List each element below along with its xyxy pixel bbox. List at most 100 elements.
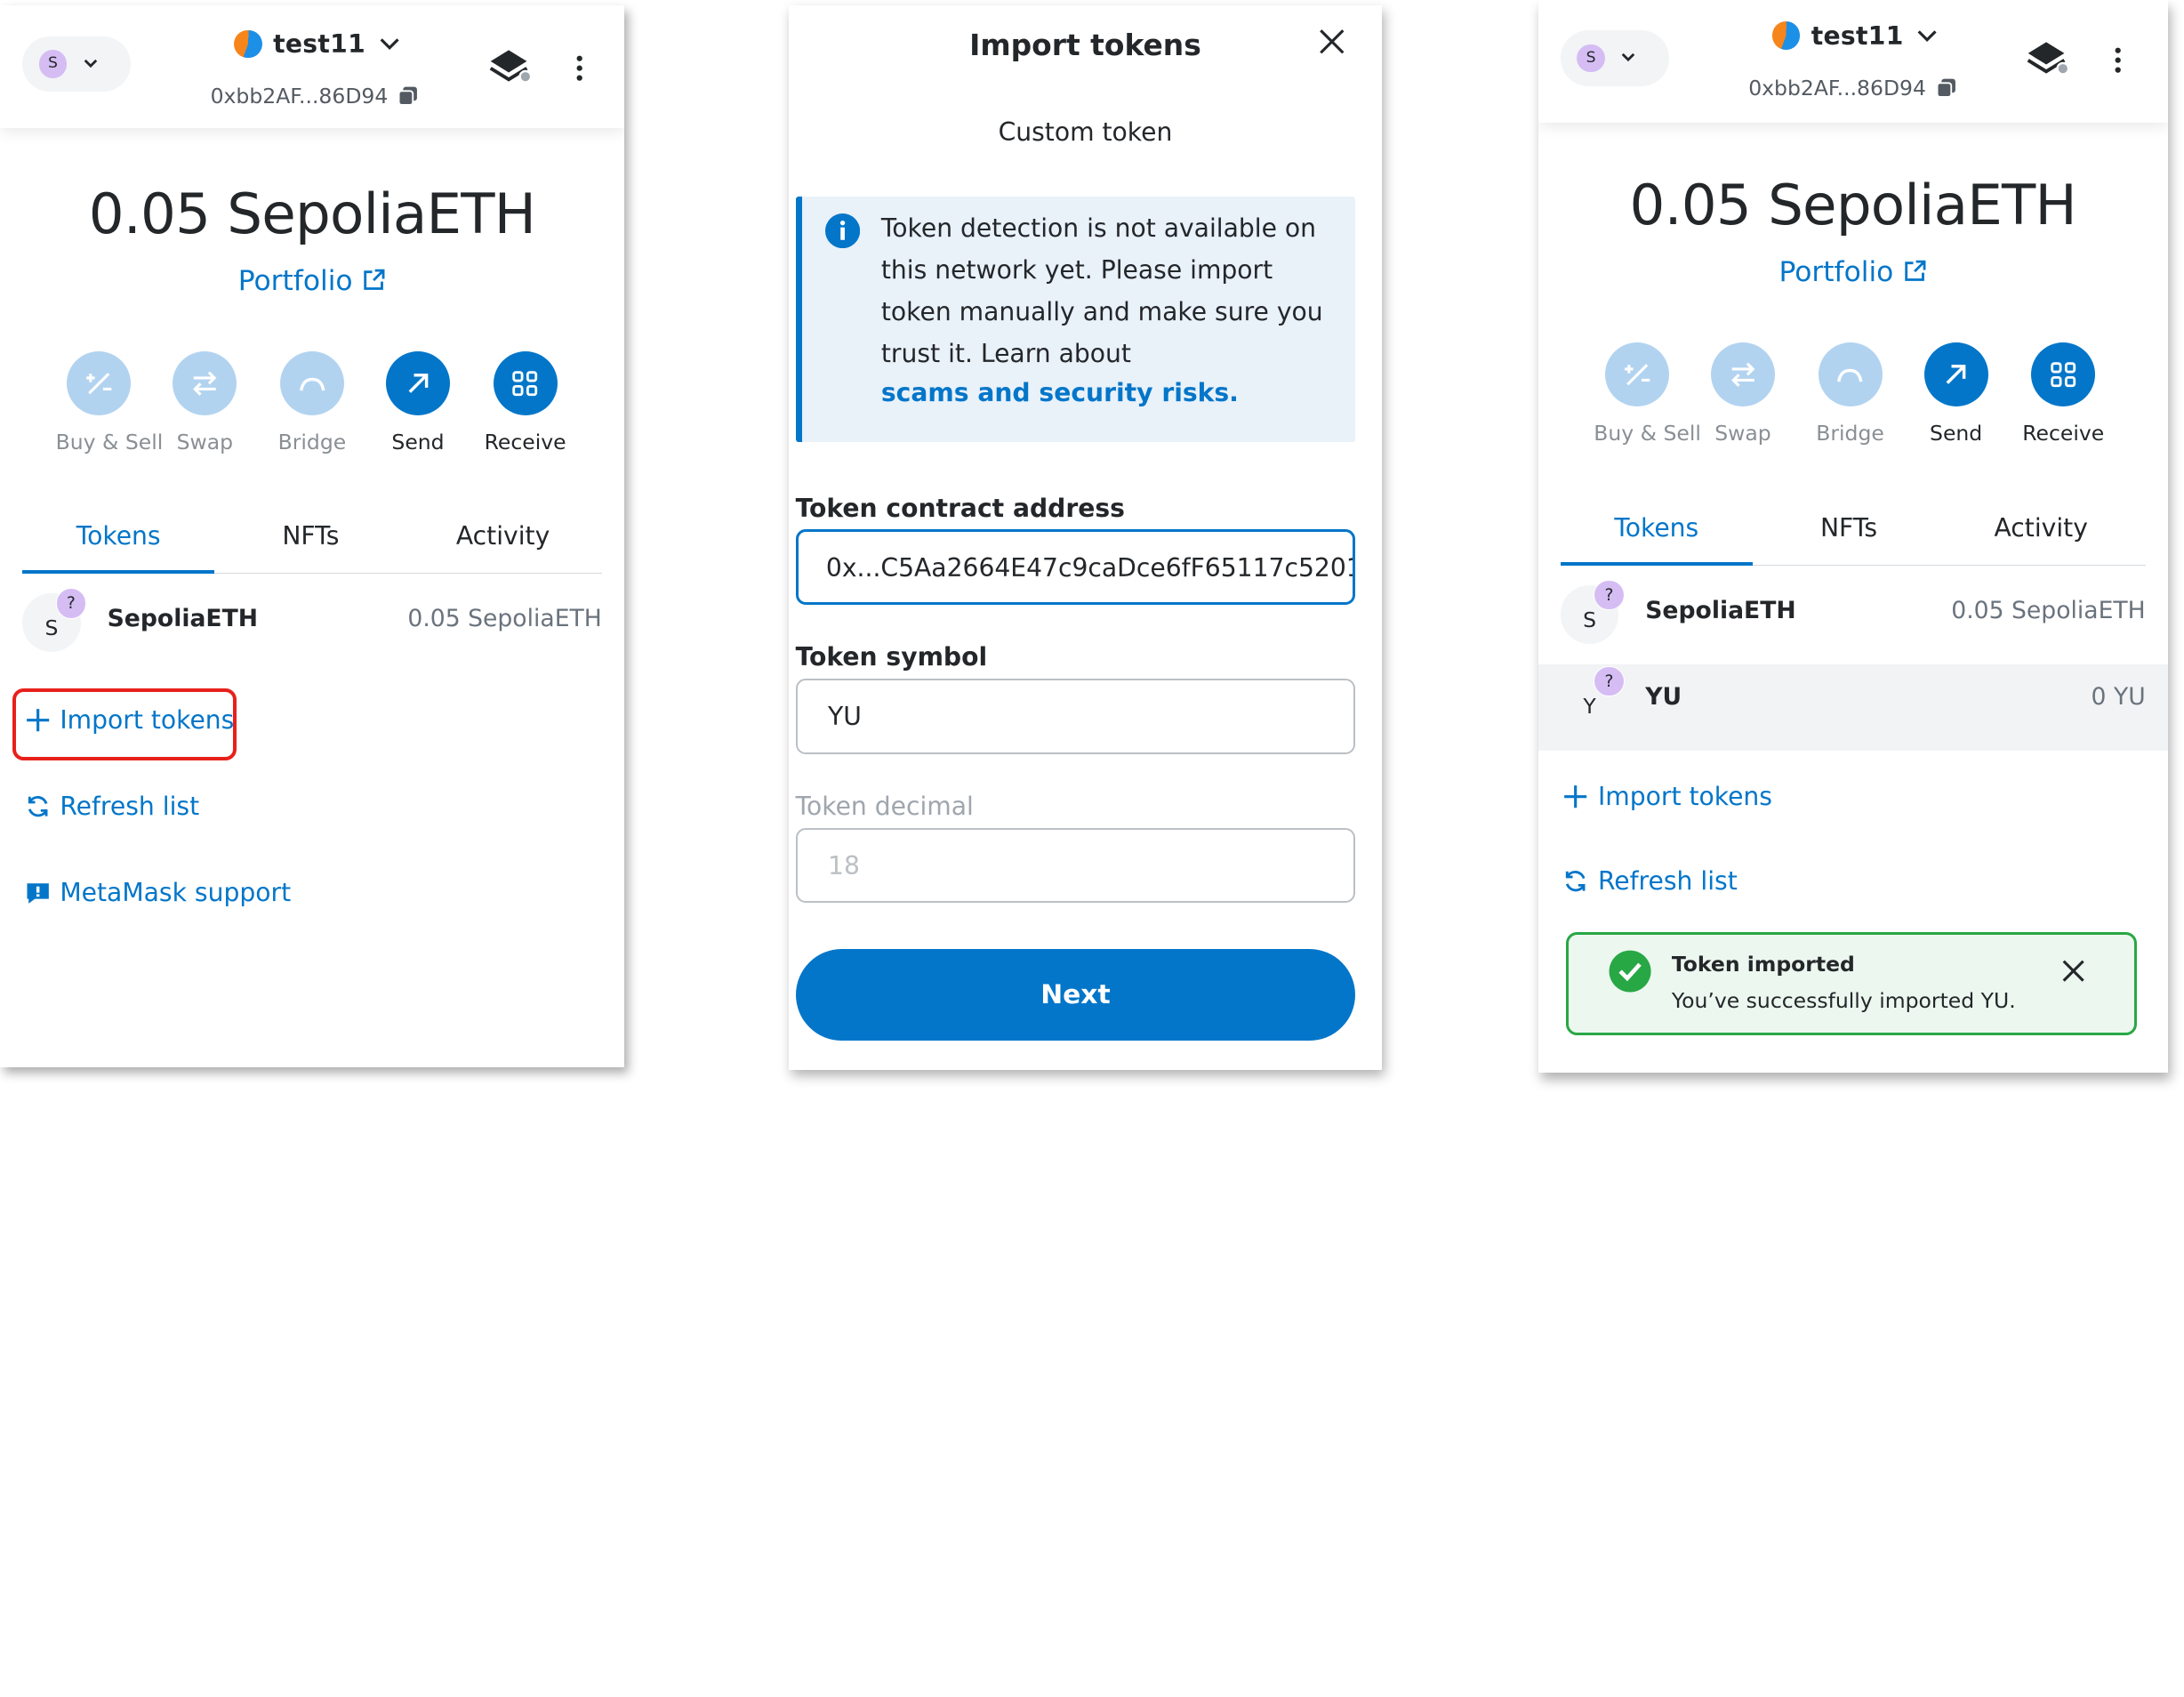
modal-title: Import tokens bbox=[969, 28, 1201, 63]
tab-nfts[interactable]: NFTs bbox=[1753, 502, 1945, 566]
account-picker[interactable]: S bbox=[1560, 30, 1669, 87]
asset-tabs: Tokens NFTs Activity bbox=[22, 510, 602, 575]
network-globe-icon bbox=[1771, 21, 1801, 50]
balance-display: 0.05 SepoliaETH bbox=[0, 181, 624, 246]
portfolio-link[interactable]: Portfolio bbox=[0, 265, 624, 297]
send-button[interactable]: Send bbox=[374, 350, 461, 454]
refresh-icon bbox=[1566, 871, 1586, 892]
tab-activity[interactable]: Activity bbox=[406, 510, 598, 574]
bridge-button[interactable]: Bridge bbox=[1807, 342, 1893, 446]
unknown-token-badge: ? bbox=[1594, 579, 1625, 611]
contract-address-input[interactable]: 0x...C5Aa2664E47c9caDce6fF65117c5201a1C bbox=[795, 529, 1356, 605]
next-button[interactable]: Next bbox=[795, 948, 1356, 1042]
toast-title: Token imported bbox=[1671, 951, 1855, 977]
unknown-token-badge: ? bbox=[1594, 665, 1625, 697]
token-name: YU bbox=[1645, 682, 1682, 711]
bridge-label: Bridge bbox=[277, 429, 347, 454]
buy-sell-icon bbox=[1624, 364, 1650, 386]
token-symbol-input[interactable]: YU bbox=[795, 678, 1356, 754]
account-address[interactable]: 0xbb2AF...86D94 bbox=[1748, 76, 1956, 101]
account-name: test11 bbox=[1811, 20, 1904, 51]
highlight-annotation-box bbox=[12, 688, 237, 761]
portfolio-link[interactable]: Portfolio bbox=[1538, 256, 2168, 288]
more-options-icon[interactable] bbox=[2114, 46, 2122, 74]
contract-address-label: Token contract address bbox=[795, 493, 1125, 523]
swap-icon bbox=[1730, 362, 1755, 388]
refresh-list-label: Refresh list bbox=[60, 791, 200, 821]
account-picker[interactable]: S bbox=[22, 36, 132, 92]
buy-sell-label: Buy & Sell bbox=[1594, 421, 1701, 446]
account-menu[interactable]: test11 bbox=[234, 29, 402, 59]
toast-message: You’ve successfully imported YU. bbox=[1671, 987, 2016, 1013]
balance-amount: 0.05 bbox=[1629, 173, 1752, 238]
asset-tabs: Tokens NFTs Activity bbox=[1560, 502, 2146, 567]
send-button[interactable]: Send bbox=[1913, 342, 1999, 446]
account-name: test11 bbox=[273, 28, 366, 59]
copy-icon[interactable] bbox=[1936, 77, 1957, 99]
tab-activity[interactable]: Activity bbox=[1945, 502, 2137, 566]
balance-unit: SepoliaETH bbox=[227, 181, 536, 246]
swap-label: Swap bbox=[176, 429, 234, 454]
close-icon[interactable] bbox=[2060, 957, 2087, 985]
receive-button[interactable]: Receive bbox=[2020, 342, 2107, 446]
receive-label: Receive bbox=[484, 429, 566, 454]
swap-icon bbox=[193, 371, 217, 396]
receive-button[interactable]: Receive bbox=[482, 350, 568, 454]
chevron-down-icon bbox=[1622, 53, 1635, 62]
import-tokens-modal: Import tokens Custom token Token detecti… bbox=[788, 5, 1383, 1071]
token-row[interactable]: Y ? YU 0 YU bbox=[1538, 657, 2168, 741]
receive-qr-icon bbox=[2051, 362, 2076, 388]
address-text: 0xbb2AF...86D94 bbox=[1748, 75, 1926, 101]
portfolio-label: Portfolio bbox=[1779, 256, 1894, 289]
buy-sell-label: Buy & Sell bbox=[55, 429, 164, 454]
notice-text: Token detection is not available on this… bbox=[880, 213, 1323, 369]
bridge-icon bbox=[299, 377, 325, 391]
token-decimal-input: 18 bbox=[795, 827, 1356, 904]
buy-sell-icon bbox=[86, 372, 112, 394]
tab-nfts[interactable]: NFTs bbox=[214, 510, 406, 574]
token-imported-toast: Token imported You’ve successfully impor… bbox=[1565, 932, 2138, 1036]
portfolio-label: Portfolio bbox=[237, 264, 353, 297]
plus-icon bbox=[1564, 784, 1587, 808]
connected-site-icon[interactable] bbox=[486, 42, 531, 86]
close-icon[interactable] bbox=[1315, 25, 1349, 59]
success-check-icon bbox=[1609, 950, 1651, 993]
account-avatar: S bbox=[1577, 44, 1605, 73]
account-address[interactable]: 0xbb2AF...86D94 bbox=[211, 84, 419, 109]
import-tokens-label: Import tokens bbox=[1597, 781, 1772, 811]
token-row[interactable]: S ? SepoliaETH 0.05 SepoliaETH bbox=[0, 580, 624, 664]
buy-sell-button[interactable]: Buy & Sell bbox=[1594, 342, 1701, 446]
send-label: Send bbox=[1930, 421, 1983, 446]
refresh-list-link[interactable]: Refresh list bbox=[1562, 866, 1738, 896]
tab-tokens[interactable]: Tokens bbox=[22, 510, 215, 575]
chevron-down-icon bbox=[84, 59, 98, 68]
token-symbol-label: Token symbol bbox=[795, 642, 988, 672]
receive-label: Receive bbox=[2022, 421, 2105, 446]
network-globe-icon bbox=[234, 29, 262, 59]
token-balance: 0.05 SepoliaETH bbox=[407, 604, 602, 632]
copy-icon[interactable] bbox=[397, 85, 419, 107]
swap-button[interactable]: Swap bbox=[162, 350, 248, 454]
token-row[interactable]: S ? SepoliaETH 0.05 SepoliaETH bbox=[1538, 571, 2168, 655]
scams-security-link[interactable]: scams and security risks. bbox=[881, 378, 1239, 407]
tab-tokens[interactable]: Tokens bbox=[1560, 502, 1753, 567]
send-label: Send bbox=[391, 429, 445, 454]
chevron-down-icon bbox=[380, 38, 399, 51]
account-avatar: S bbox=[38, 50, 68, 78]
connected-site-icon[interactable] bbox=[2024, 34, 2069, 78]
more-options-icon[interactable] bbox=[575, 54, 583, 82]
account-menu[interactable]: test11 bbox=[1771, 20, 1940, 51]
wallet-panel-before: S test11 0xbb2AF...86D94 0.05 SepoliaETH… bbox=[0, 5, 624, 1068]
import-tokens-link[interactable]: Import tokens bbox=[1562, 782, 1772, 811]
unknown-token-badge: ? bbox=[55, 588, 87, 619]
metamask-support-link[interactable]: MetaMask support bbox=[24, 878, 291, 907]
bridge-button[interactable]: Bridge bbox=[269, 350, 355, 454]
buy-sell-button[interactable]: Buy & Sell bbox=[55, 350, 164, 454]
wallet-panel-after: S test11 0xbb2AF...86D94 0.05 SepoliaETH… bbox=[1538, 0, 2168, 1074]
token-balance: 0 YU bbox=[2091, 682, 2146, 711]
token-name: SepoliaETH bbox=[107, 604, 259, 632]
modal-subtitle: Custom token bbox=[998, 117, 1173, 147]
swap-button[interactable]: Swap bbox=[1699, 342, 1786, 446]
receive-qr-icon bbox=[512, 370, 538, 396]
refresh-list-link[interactable]: Refresh list bbox=[24, 791, 200, 821]
